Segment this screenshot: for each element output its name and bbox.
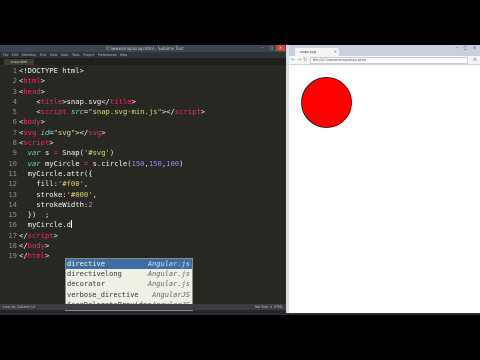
code-text[interactable]: <!DOCTYPE html> <html> <head> <title>snap.… <box>19 66 284 262</box>
code-line[interactable]: <svg id="svg"></svg> <box>19 128 284 138</box>
cursor-position: Line 16, Column 14 <box>3 305 36 309</box>
line-number: 2 <box>12 76 17 86</box>
code-line[interactable]: <head> <box>19 87 284 97</box>
line-number: 4 <box>12 96 17 106</box>
line-number: 8 <box>12 138 17 148</box>
address-bar[interactable]: file:///C:/www/snap/snap.html <box>310 57 468 64</box>
code-line[interactable]: var myCircle = s.circle(150,150,100) <box>19 159 284 169</box>
code-line[interactable]: </script> <box>19 231 284 241</box>
browser-tab[interactable]: snap.svg × <box>295 48 339 56</box>
browser-tabstrip: snap.svg × – □ × <box>289 45 480 56</box>
back-icon[interactable]: ← <box>291 57 295 64</box>
autocomplete-label: decorator <box>67 280 105 289</box>
browser-menu-icon[interactable]: ≡ <box>473 57 477 64</box>
line-number-gutter: 1 2 3 4 5 6 7 8 9 10 11 12 13 14 15 16 17 18 19 <box>0 66 17 262</box>
autocomplete-label: verbose_directive <box>67 290 139 299</box>
code-line[interactable]: }) ; <box>19 210 284 220</box>
code-line[interactable]: <html> <box>19 76 284 86</box>
code-line[interactable]: stroke:'#000', <box>19 190 284 200</box>
line-number: 19 <box>8 251 17 261</box>
maximize-icon[interactable]: □ <box>267 45 276 51</box>
refresh-icon[interactable]: ↻ <box>303 57 307 64</box>
code-line[interactable]: <script> <box>19 138 284 148</box>
line-number: 12 <box>8 179 17 189</box>
line-number: 10 <box>8 158 17 168</box>
line-number: 9 <box>12 148 17 158</box>
code-line[interactable]: myCircle.d <box>19 220 284 230</box>
code-line[interactable]: <script src="snap.svg-min.js"></script> <box>19 107 284 117</box>
line-number: 7 <box>12 127 17 137</box>
autocomplete-label: directivelong <box>67 270 122 279</box>
editor-titlebar[interactable]: C:\www\snap\snap.html - Sublime Text – □… <box>0 45 286 52</box>
browser-toolbar: ← → ↻ file:///C:/www/snap/snap.html ≡ <box>289 56 480 65</box>
line-number: 3 <box>12 86 17 96</box>
close-icon[interactable]: × <box>470 45 479 51</box>
autocomplete-source: AngularJS <box>152 290 190 299</box>
autocomplete-item[interactable]: decorator Angular.js <box>66 279 192 289</box>
code-line[interactable]: strokeWidth:2 <box>19 200 284 210</box>
minimize-icon[interactable]: – <box>452 45 461 51</box>
editor-tabbar: snap.html <box>0 58 286 65</box>
tab-size[interactable]: Tab Size: 4 <box>254 304 272 310</box>
code-line[interactable]: myCircle.attr({ <box>19 169 284 179</box>
code-line[interactable]: var s = Snap('#svg') <box>19 148 284 158</box>
browser-tab-title: snap.svg <box>300 50 317 54</box>
code-line[interactable]: <title>snap.svg</title> <box>19 97 284 107</box>
line-number: 11 <box>8 168 17 178</box>
desktop: C:\www\snap\snap.html - Sublime Text – □… <box>0 45 480 315</box>
editor-window: C:\www\snap\snap.html - Sublime Text – □… <box>0 45 286 315</box>
line-number: 5 <box>12 107 17 117</box>
editor-statusbar: Line 16, Column 14 Tab Size: 4 HTML <box>0 304 286 310</box>
line-number: 16 <box>8 220 17 230</box>
forward-icon[interactable]: → <box>297 57 301 64</box>
autocomplete-source: Angular.js <box>147 280 190 289</box>
autocomplete-item[interactable]: directive Angular.js <box>66 259 192 270</box>
line-number: 14 <box>8 199 17 209</box>
line-number: 17 <box>8 230 17 240</box>
line-number: 15 <box>8 210 17 220</box>
autocomplete-label: directive <box>67 260 105 268</box>
autocomplete-source: Angular.js <box>147 260 190 268</box>
line-number: 6 <box>12 117 17 127</box>
autocomplete-item[interactable]: directivelong Angular.js <box>66 269 192 279</box>
code-line[interactable]: <!DOCTYPE html> <box>19 66 284 76</box>
close-icon[interactable]: × <box>276 45 285 51</box>
line-number: 13 <box>8 189 17 199</box>
page-content <box>301 77 352 128</box>
code-line[interactable]: <body> <box>19 117 284 127</box>
code-line[interactable]: </body> <box>19 241 284 251</box>
line-number: 1 <box>12 66 17 75</box>
autocomplete-source: Angular.js <box>147 270 190 279</box>
minimize-icon[interactable]: – <box>258 45 267 51</box>
tab-close-icon[interactable]: × <box>334 48 337 56</box>
editor-window-controls: – □ × <box>258 45 285 52</box>
browser-window-controls: – □ × <box>452 45 479 52</box>
autocomplete-item[interactable]: verbose_directive AngularJS <box>66 290 192 300</box>
browser-window: snap.svg × – □ × ← → ↻ file:///C:/www/sn… <box>289 45 480 315</box>
red-circle <box>301 77 352 128</box>
tab-snap-html[interactable]: snap.html <box>4 59 34 65</box>
maximize-icon[interactable]: □ <box>461 45 470 51</box>
code-line[interactable]: fill:'#f00', <box>19 179 284 189</box>
syntax-mode[interactable]: HTML <box>274 304 283 310</box>
line-number: 18 <box>8 241 17 251</box>
taskbar <box>0 313 480 315</box>
editor-title: C:\www\snap\snap.html - Sublime Text <box>106 46 184 51</box>
